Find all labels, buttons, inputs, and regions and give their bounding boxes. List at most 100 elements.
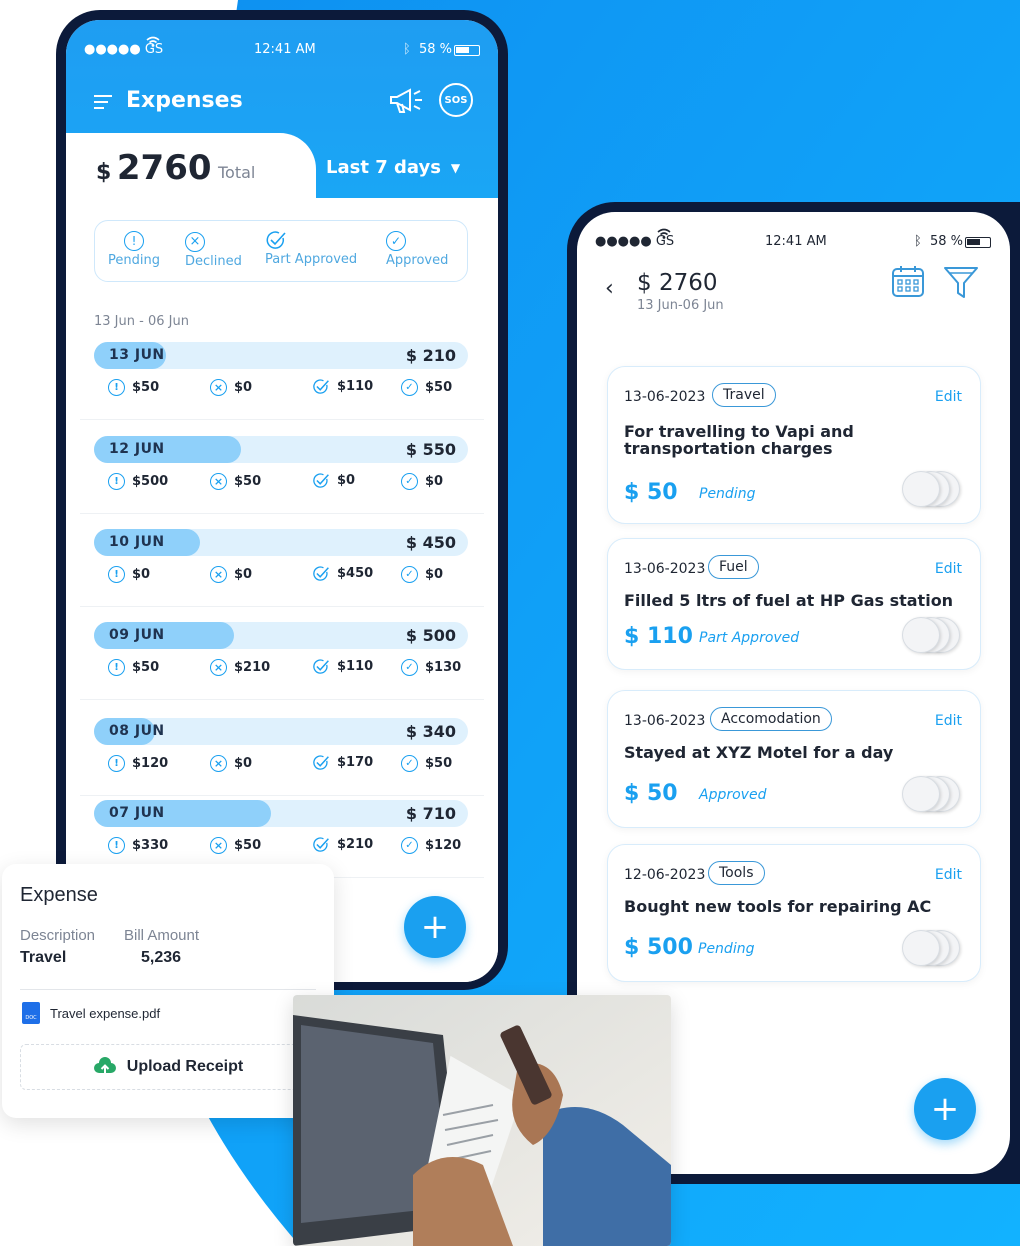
expense-status: Approved — [699, 787, 767, 803]
bluetooth-icon: ᛒ — [914, 233, 922, 249]
day-label: 07 JUN — [109, 805, 165, 821]
receipt-thumbnails[interactable] — [902, 471, 966, 507]
day-stat-declined: × $210 — [210, 659, 270, 676]
approved-icon: ✓ — [401, 566, 418, 583]
expense-card[interactable]: 13-06-2023 Fuel Edit Filled 5 ltrs of fu… — [607, 538, 981, 670]
part-approved-icon — [313, 837, 329, 852]
day-stat-part-approved: $110 — [312, 378, 373, 395]
day-stat-part-approved: $450 — [312, 565, 373, 582]
edit-link[interactable]: Edit — [935, 389, 962, 405]
divider — [20, 989, 316, 990]
day-stat-declined: × $0 — [210, 379, 252, 396]
declined-amount: $0 — [234, 567, 253, 582]
bill-amount-value[interactable]: 5,236 — [141, 949, 181, 967]
upload-receipt-button[interactable]: Upload Receipt — [20, 1044, 316, 1090]
day-total: $ 500 — [405, 626, 456, 645]
expense-description: Filled 5 ltrs of fuel at HP Gas station — [624, 591, 954, 610]
day-separator — [80, 795, 484, 796]
approved-amount: $0 — [425, 474, 444, 489]
day-stat-part-approved: $210 — [312, 836, 373, 853]
day-list: 13 JUN $ 210 ! $50 × $0 $110 ✓ $50 12 JU… — [80, 20, 484, 982]
receipt-thumbnails[interactable] — [902, 776, 966, 812]
pending-icon: ! — [108, 659, 125, 676]
part-approved-amount: $170 — [337, 755, 374, 770]
back-icon[interactable]: ‹ — [605, 276, 614, 301]
add-expense-button[interactable]: + — [404, 896, 466, 958]
day-stat-part-approved: $0 — [312, 472, 355, 489]
description-value[interactable]: Travel — [20, 949, 66, 967]
day-group[interactable]: 07 JUN $ 710 ! $330 × $50 $210 ✓ $120 — [80, 20, 484, 878]
day-stat-pending: ! $50 — [108, 379, 159, 396]
declined-icon: × — [210, 755, 227, 772]
pending-amount: $50 — [132, 380, 160, 395]
day-total: $ 550 — [405, 440, 456, 459]
part-approved-amount: $0 — [337, 473, 356, 488]
add-expense-button[interactable]: + — [914, 1078, 976, 1140]
edit-link[interactable]: Edit — [935, 713, 962, 729]
calendar-icon[interactable] — [891, 264, 925, 302]
day-stat-declined: × $50 — [210, 473, 261, 490]
day-stat-approved: ✓ $0 — [401, 473, 443, 490]
expense-status: Pending — [698, 941, 755, 957]
approved-icon: ✓ — [401, 473, 418, 490]
expense-description: For travelling to Vapi and transportatio… — [624, 422, 854, 458]
day-stat-approved: ✓ $50 — [401, 379, 452, 396]
expense-form-title: Expense — [20, 884, 98, 906]
receipt-photo — [293, 995, 671, 1246]
day-stat-approved: ✓ $120 — [401, 837, 461, 854]
approved-icon: ✓ — [401, 837, 418, 854]
expense-date: 13-06-2023 — [624, 713, 706, 729]
day-total: $ 710 — [405, 804, 456, 823]
category-tag: Tools — [708, 861, 765, 885]
day-total: $ 340 — [405, 722, 456, 741]
day-separator — [80, 513, 484, 514]
part-approved-amount: $110 — [337, 379, 374, 394]
expense-date: 13-06-2023 — [624, 389, 706, 405]
day-stat-approved: ✓ $0 — [401, 566, 443, 583]
approved-amount: $50 — [425, 380, 453, 395]
part-approved-amount: $210 — [337, 837, 374, 852]
edit-link[interactable]: Edit — [935, 561, 962, 577]
day-separator — [80, 419, 484, 420]
approved-icon: ✓ — [401, 379, 418, 396]
day-bar: 10 JUN $ 450 — [94, 529, 468, 556]
filter-icon[interactable] — [943, 265, 979, 303]
approved-icon: ✓ — [401, 659, 418, 676]
day-label: 09 JUN — [109, 627, 165, 643]
part-approved-icon — [313, 659, 329, 674]
part-approved-amount: $450 — [337, 566, 374, 581]
part-approved-icon — [313, 379, 329, 394]
day-stat-part-approved: $170 — [312, 754, 373, 771]
declined-icon: × — [210, 659, 227, 676]
day-bar: 12 JUN $ 550 — [94, 436, 468, 463]
expense-card[interactable]: 13-06-2023 Accomodation Edit Stayed at X… — [607, 690, 981, 828]
expense-status: Part Approved — [699, 630, 800, 646]
part-approved-icon — [313, 473, 329, 488]
expense-status: Pending — [699, 486, 756, 502]
day-stat-declined: × $50 — [210, 837, 261, 854]
expense-card[interactable]: 13-06-2023 Travel Edit For travelling to… — [607, 366, 981, 524]
receipt-thumbnails[interactable] — [902, 930, 966, 966]
pending-icon: ! — [108, 755, 125, 772]
part-approved-icon — [313, 755, 329, 770]
expense-card[interactable]: 12-06-2023 Tools Edit Bought new tools f… — [607, 844, 981, 982]
wifi-icon — [657, 228, 671, 244]
file-attachment[interactable]: DOC Travel expense.pdf — [22, 1002, 160, 1024]
cloud-upload-icon — [93, 1057, 116, 1075]
expense-amount: $ 50 — [624, 781, 678, 806]
edit-link[interactable]: Edit — [935, 867, 962, 883]
pending-amount: $0 — [132, 567, 151, 582]
file-name: Travel expense.pdf — [50, 1005, 161, 1021]
description-label: Description — [20, 927, 96, 944]
declined-icon: × — [210, 379, 227, 396]
declined-icon: × — [210, 837, 227, 854]
day-stat-declined: × $0 — [210, 755, 252, 772]
expense-description: Bought new tools for repairing AC — [624, 897, 932, 916]
receipt-thumbnails[interactable] — [902, 617, 966, 653]
expense-amount: $ 110 — [624, 624, 693, 649]
day-stat-part-approved: $110 — [312, 658, 373, 675]
pending-amount: $120 — [132, 756, 169, 771]
day-label: 10 JUN — [109, 534, 165, 550]
declined-icon: × — [210, 473, 227, 490]
part-approved-icon — [313, 566, 329, 581]
